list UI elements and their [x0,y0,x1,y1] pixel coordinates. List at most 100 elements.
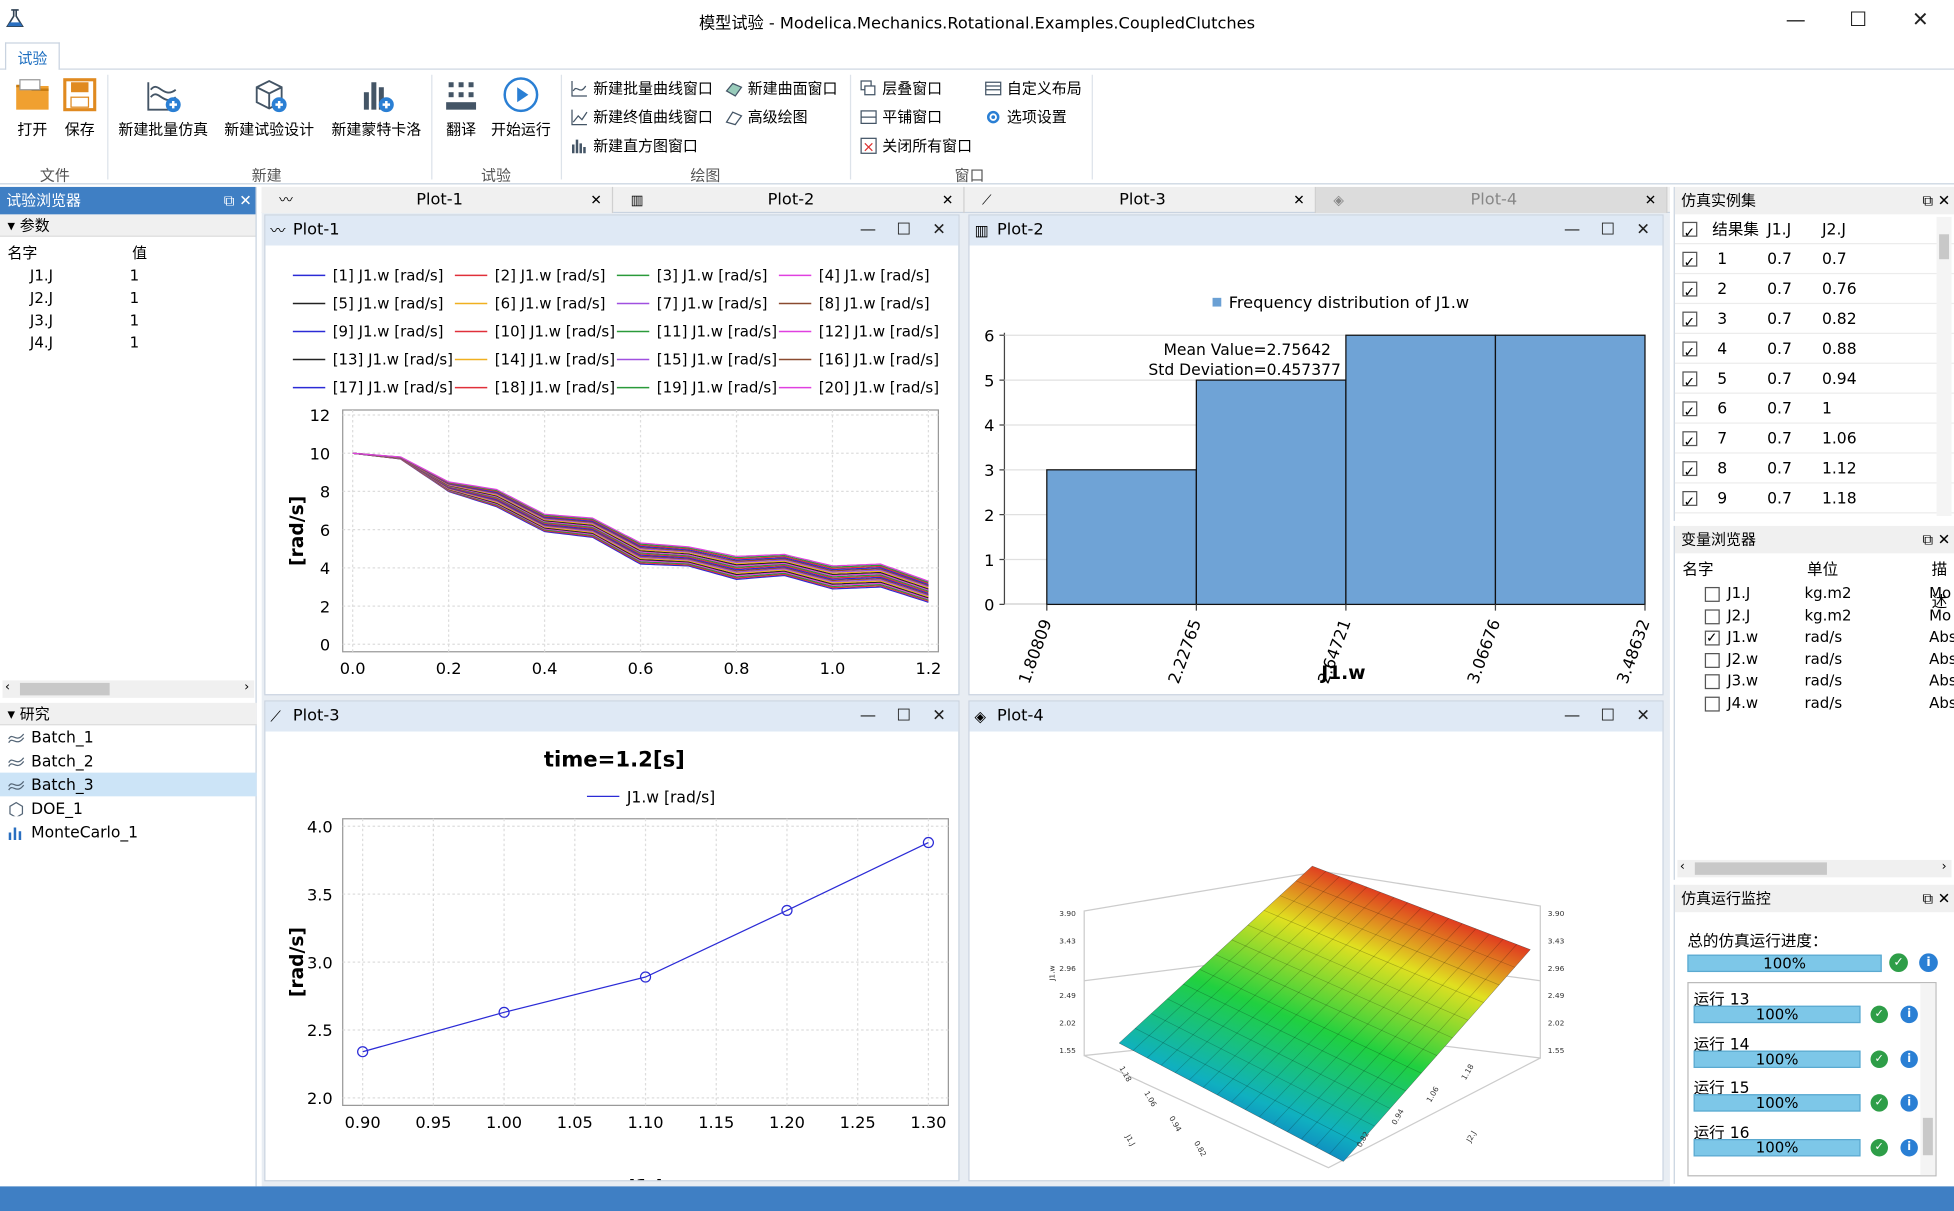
advanced-plot-button[interactable]: 高级绘图 [725,106,808,127]
minimize-button[interactable]: — [1767,5,1824,35]
panel-pin-close[interactable]: ⧉ ✕ [1922,885,1950,912]
maximize-button[interactable]: ☐ [1829,5,1886,35]
panel-pin-close[interactable]: ⧉ ✕ [1922,187,1950,214]
tab-plot-4[interactable]: ◈ Plot-4 ✕ [1315,186,1668,214]
variable-row[interactable]: J2.w rad/s Abs [1675,649,1954,671]
variable-row[interactable]: J1.J kg.m2 Mo [1675,583,1954,605]
instance-checkbox[interactable] [1682,368,1698,398]
close-button[interactable]: ✕ [1636,702,1650,732]
tile-button[interactable]: 平铺窗口 [860,106,942,127]
study-item[interactable]: MonteCarlo_1 [0,820,257,844]
instance-checkbox[interactable] [1682,487,1698,517]
close-button[interactable]: ✕ [1892,5,1949,35]
variable-row[interactable]: J1.w rad/s Abs [1675,627,1954,649]
params-section-header[interactable]: ▾ 参数 [0,214,256,237]
variable-row[interactable]: J2.J kg.m2 Mo [1675,605,1954,627]
info-icon[interactable]: i [1919,953,1938,973]
study-item[interactable]: Batch_2 [0,749,257,773]
new-batch-curve-button[interactable]: 新建批量曲线窗口 [571,77,713,98]
study-section-header[interactable]: ▾ 研究 [0,702,257,726]
variable-checkbox[interactable] [1704,652,1720,668]
cascade-button[interactable]: 层叠窗口 [860,77,942,98]
open-button[interactable]: 打开 [10,75,55,140]
instance-row[interactable]: 7 0.7 1.06 [1674,424,1954,457]
close-button[interactable]: ✕ [932,702,946,732]
plot-4-surface[interactable]: 3.90 3.90 3.43 3.43 2.96 2.96 2.49 2.49 2.02 2.02… [970,732,1663,1181]
params-hscrollbar[interactable]: ‹ › [2,680,255,698]
variable-checkbox[interactable] [1704,608,1720,624]
translate-button[interactable]: 翻译 [439,75,484,140]
custom-layout-button[interactable]: 自定义布局 [984,77,1082,98]
close-icon[interactable]: ✕ [590,187,601,213]
new-final-curve-button[interactable]: 新建终值曲线窗口 [571,106,713,127]
study-item[interactable]: DOE_1 [0,796,257,820]
instance-row[interactable]: 8 0.7 1.12 [1674,454,1954,487]
maximize-button[interactable]: ☐ [896,216,911,246]
panel-pin-close[interactable]: ⧉ ✕ [224,187,252,214]
tab-plot-3[interactable]: ⟋ Plot-3 ✕ [965,186,1316,214]
minimize-button[interactable]: — [1564,702,1580,732]
options-button[interactable]: 选项设置 [984,106,1067,127]
plot-3-chart[interactable]: time=1.2[s] J1.w [rad/s] 0.90 0.95 1.00 1.05 1… [265,732,958,1198]
close-icon[interactable]: ✕ [942,187,953,213]
tab-plot-2[interactable]: ▥ Plot-2 ✕ [613,186,965,214]
variable-checkbox[interactable] [1704,696,1720,712]
minimize-button[interactable]: — [1564,216,1580,246]
save-button[interactable]: 保存 [57,75,102,140]
minimize-button[interactable]: — [860,702,876,732]
select-all-checkbox[interactable] [1682,218,1698,248]
instance-row[interactable]: 5 0.7 0.94 [1674,364,1954,398]
instances-vscrollbar[interactable] [1936,216,1952,516]
tab-experiment[interactable]: 试验 [4,42,60,72]
vars-hscrollbar[interactable]: ‹ › [1677,859,1952,878]
tab-plot-1[interactable]: 〰 Plot-1 ✕ [261,186,614,214]
plot-1-chart[interactable]: [1] J1.w [rad/s] [2] J1.w [rad/s] [3] J1.w… [265,246,958,695]
instance-row[interactable]: 1 0.7 0.7 [1674,244,1954,278]
instance-row[interactable]: 9 0.7 1.18 [1674,484,1954,517]
study-item-selected[interactable]: Batch_3 [0,772,257,797]
instance-row[interactable]: 2 0.7 0.76 [1674,274,1954,308]
param-row[interactable]: J1.J 1 [0,264,255,286]
maximize-button[interactable]: ☐ [1601,216,1616,246]
close-all-button[interactable]: 关闭所有窗口 [860,135,972,156]
panel-pin-close[interactable]: ⧉ ✕ [1922,526,1950,553]
variable-checkbox[interactable] [1704,627,1720,649]
instance-checkbox[interactable] [1682,278,1698,308]
param-row[interactable]: J4.J 1 [0,331,255,353]
run-button[interactable]: 开始运行 [489,75,554,140]
new-batch-button[interactable]: 新建批量仿真 [115,75,212,140]
instance-row[interactable]: 60.71 [1674,394,1954,427]
param-row[interactable]: J2.J 1 [0,287,255,309]
close-button[interactable]: ✕ [1636,216,1650,246]
new-surface-button[interactable]: 新建曲面窗口 [725,77,837,98]
param-row[interactable]: J3.J 1 [0,309,255,331]
new-histogram-button[interactable]: 新建直方图窗口 [571,135,698,156]
maximize-button[interactable]: ☐ [1601,702,1616,732]
info-icon[interactable]: i [1900,1094,1918,1112]
instance-checkbox[interactable] [1682,308,1698,338]
maximize-button[interactable]: ☐ [896,702,911,732]
info-icon[interactable]: i [1900,1138,1918,1156]
info-icon[interactable]: i [1900,1005,1918,1024]
new-doe-button[interactable]: 新建试验设计 [219,75,319,140]
instance-checkbox[interactable] [1682,338,1698,368]
new-montecarlo-button[interactable]: 新建蒙特卡洛 [327,75,427,140]
instance-checkbox[interactable] [1682,248,1698,278]
instance-checkbox[interactable] [1682,427,1698,457]
instance-row[interactable]: 4 0.7 0.88 [1674,334,1954,368]
variable-checkbox[interactable] [1704,674,1720,690]
info-icon[interactable]: i [1900,1049,1918,1068]
variable-checkbox[interactable] [1704,586,1720,602]
variable-row[interactable]: J3.w rad/s Abs [1675,671,1954,693]
instance-checkbox[interactable] [1682,398,1698,427]
variable-row[interactable]: J4.w rad/s Abs [1675,693,1954,715]
minimize-button[interactable]: — [860,216,876,246]
close-icon[interactable]: ✕ [1293,187,1304,213]
plot-2-chart[interactable]: Frequency distribution of J1.w 0 1 2 3 4 5 6 1.8… [970,246,1663,695]
close-button[interactable]: ✕ [932,216,946,246]
instance-checkbox[interactable] [1682,457,1698,487]
study-item[interactable]: Batch_1 [0,725,257,749]
close-icon[interactable]: ✕ [1645,187,1656,213]
run-list-scrollbar[interactable] [1920,983,1936,1176]
instance-row[interactable]: 3 0.7 0.82 [1674,304,1954,338]
